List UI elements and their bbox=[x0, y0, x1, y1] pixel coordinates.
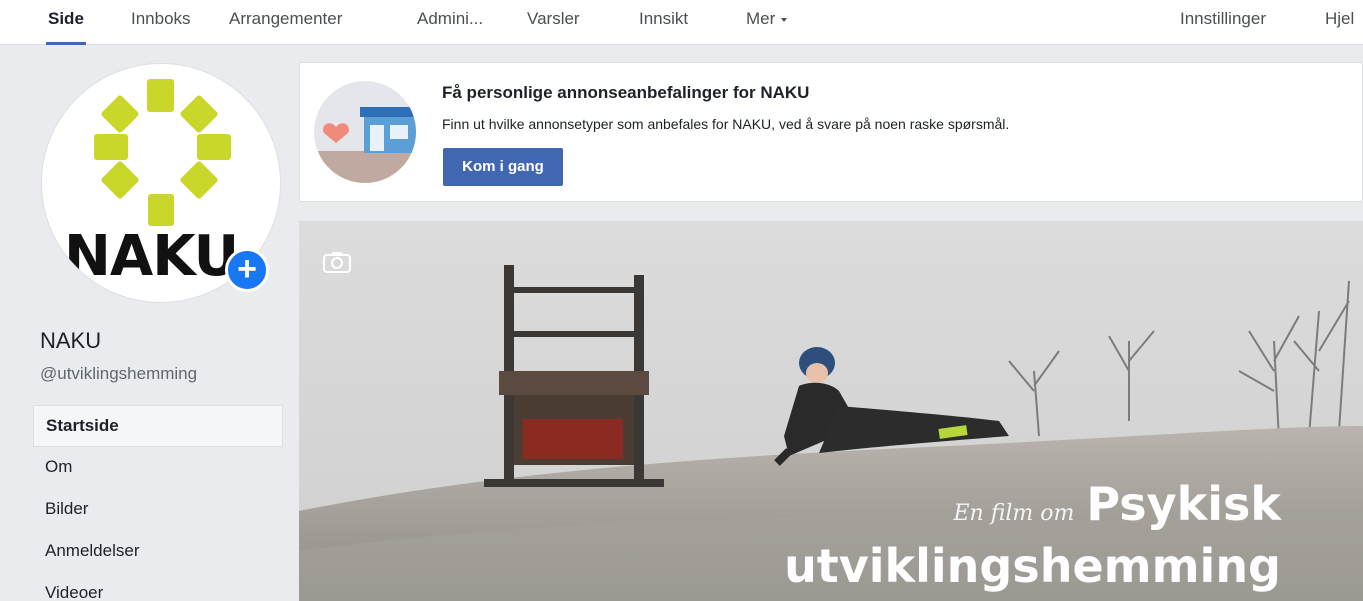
get-started-button[interactable]: Kom i gang bbox=[443, 148, 563, 186]
caret-down-icon bbox=[781, 17, 788, 22]
logo-petal bbox=[100, 94, 140, 134]
cover-photo[interactable]: En film om Psykisk utviklingshemming bbox=[299, 221, 1363, 601]
caption-line2: utviklingshemming bbox=[784, 539, 1281, 593]
tab-innsikt[interactable]: Innsikt bbox=[639, 0, 688, 45]
logo-petal bbox=[179, 94, 219, 134]
sidebar-nav: Startside Om Bilder Anmeldelser Videoer bbox=[33, 405, 283, 601]
tab-side[interactable]: Side bbox=[46, 0, 86, 45]
sidebar-item-videoer[interactable]: Videoer bbox=[33, 573, 283, 601]
logo-petal bbox=[147, 79, 174, 112]
sidebar-item-anmeldelser[interactable]: Anmeldelser bbox=[33, 531, 283, 573]
page-handle[interactable]: @utviklingshemming bbox=[40, 364, 197, 384]
shop-illustration bbox=[314, 81, 416, 183]
tab-settings[interactable]: Innstillinger bbox=[1180, 0, 1266, 45]
tab-innboks[interactable]: Innboks bbox=[131, 0, 191, 45]
logo-petal bbox=[197, 134, 231, 160]
promo-title: Få personlige annonseanbefalinger for NA… bbox=[442, 83, 810, 102]
sidebar-item-startside[interactable]: Startside bbox=[33, 405, 283, 447]
tab-mer[interactable]: Mer bbox=[746, 0, 788, 45]
caption-lead: En film om bbox=[953, 501, 1075, 526]
tab-varsler[interactable]: Varsler bbox=[527, 0, 580, 45]
tab-admin[interactable]: Admini... bbox=[417, 0, 483, 45]
logo-petal bbox=[148, 194, 174, 226]
add-icon[interactable]: + bbox=[225, 248, 269, 292]
camera-icon[interactable] bbox=[323, 251, 351, 273]
caption-line1: Psykisk bbox=[1086, 477, 1281, 531]
sidebar-item-bilder[interactable]: Bilder bbox=[33, 489, 283, 531]
ad-recommendation-card: Få personlige annonseanbefalinger for NA… bbox=[299, 62, 1363, 202]
sidebar-item-om[interactable]: Om bbox=[33, 447, 283, 489]
logo-petal bbox=[94, 134, 128, 160]
tab-mer-label: Mer bbox=[746, 9, 776, 28]
promo-description: Finn ut hvilke annonsetyper som anbefale… bbox=[442, 116, 1010, 132]
page-name: NAKU bbox=[40, 328, 102, 353]
tab-help[interactable]: Hjel bbox=[1325, 0, 1354, 45]
logo-petal bbox=[100, 160, 140, 200]
tab-arrangementer[interactable]: Arrangementer bbox=[229, 0, 342, 45]
page-top-nav: Side Innboks Arrangementer Admini... Var… bbox=[0, 0, 1363, 45]
logo-petal bbox=[179, 160, 219, 200]
cover-caption: En film om Psykisk utviklingshemming bbox=[784, 479, 1281, 593]
